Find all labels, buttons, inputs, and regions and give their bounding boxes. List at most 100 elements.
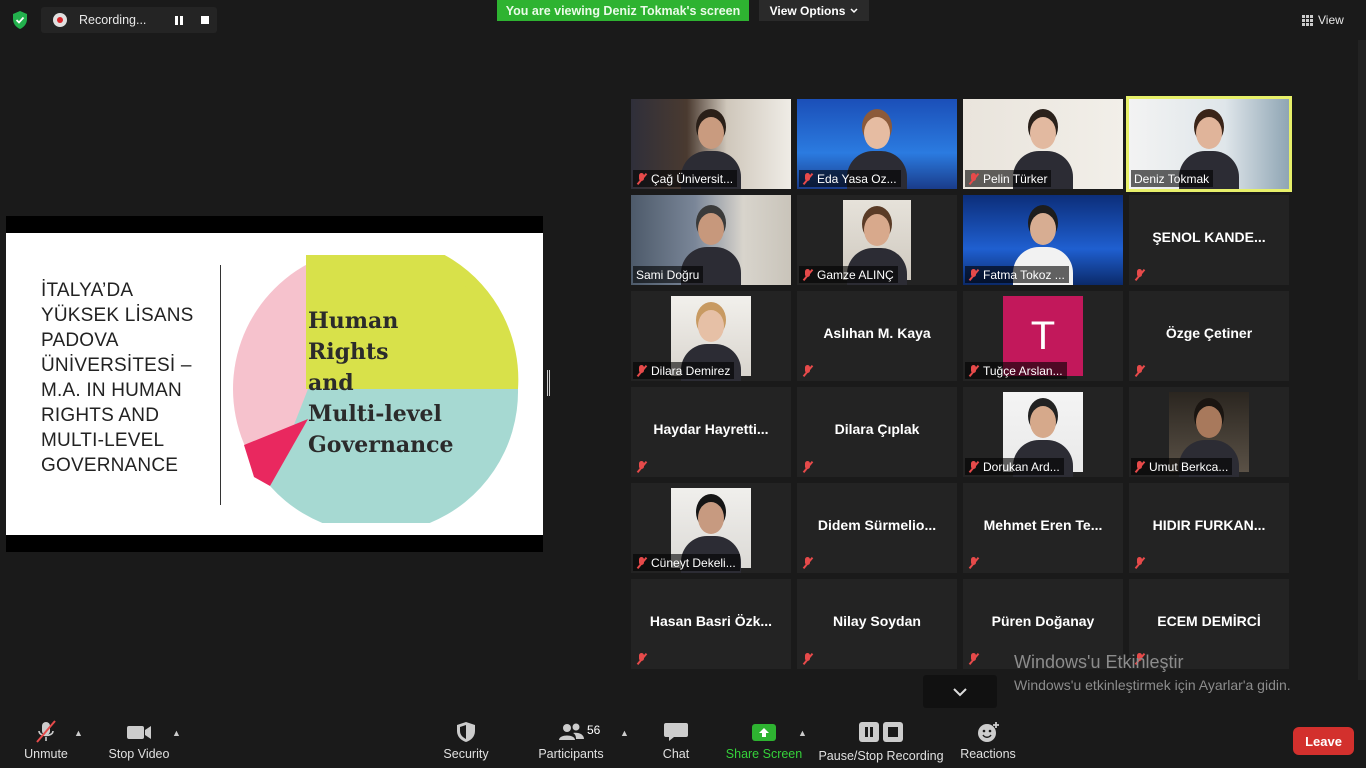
view-options-button[interactable]: View Options: [759, 0, 869, 21]
video-camera-icon: [127, 726, 151, 739]
share-screen-button[interactable]: Share Screen: [726, 708, 802, 768]
share-screen-icon: [752, 724, 776, 741]
muted-mic-icon: [636, 172, 648, 185]
participant-name: Deniz Tokmak: [1134, 171, 1210, 186]
muted-mic-icon: [1134, 268, 1146, 281]
recording-indicator: Recording...: [41, 7, 217, 33]
muted-mic-icon: [1134, 364, 1146, 377]
participant-tile[interactable]: Aslıhan M. Kaya: [797, 291, 957, 381]
view-options-label: View Options: [769, 3, 846, 18]
participant-name-center: Özge Çetiner: [1165, 325, 1253, 341]
participant-tile[interactable]: Haydar Hayretti...: [631, 387, 791, 477]
participant-tile[interactable]: Hasan Basri Özk...: [631, 579, 791, 669]
audio-options-caret-icon[interactable]: ▲: [74, 728, 83, 738]
chat-bubble-icon: [664, 723, 688, 741]
participant-tile[interactable]: Nilay Soydan: [797, 579, 957, 669]
pause-recording-icon[interactable]: [174, 16, 184, 25]
participant-tile[interactable]: Mehmet Eren Te...: [963, 483, 1123, 573]
recording-label: Recording...: [79, 13, 147, 27]
participant-name-center: Püren Doğanay: [991, 613, 1095, 629]
reactions-button[interactable]: Reactions: [960, 708, 1016, 768]
participant-tile[interactable]: Cüneyt Dekeli...: [631, 483, 791, 573]
reactions-label: Reactions: [960, 747, 1016, 761]
leave-button[interactable]: Leave: [1293, 727, 1354, 755]
muted-mic-icon: [802, 556, 814, 569]
share-options-caret-icon[interactable]: ▲: [798, 728, 807, 738]
participant-name: Fatma Tokoz ...: [983, 267, 1065, 282]
participant-tile[interactable]: Gamze ALINÇ: [797, 195, 957, 285]
participant-name-bar: Pelin Türker: [965, 170, 1052, 187]
gallery-scrollbar[interactable]: [1358, 40, 1366, 680]
gallery-next-page-button[interactable]: [923, 675, 997, 708]
unmute-button[interactable]: Unmute: [20, 708, 72, 768]
participant-tile[interactable]: Özge Çetiner: [1129, 291, 1289, 381]
muted-mic-icon: [1134, 556, 1146, 569]
security-shield-icon: [457, 722, 475, 742]
participant-name-bar: [1131, 554, 1150, 571]
viewing-screen-banner: You are viewing Deniz Tokmak's screen: [497, 0, 749, 21]
security-button[interactable]: Security: [440, 708, 492, 768]
slide-divider: [220, 265, 221, 505]
grid-view-icon: [1302, 14, 1313, 26]
muted-mic-icon: [802, 172, 814, 185]
participant-name-bar: [1131, 362, 1150, 379]
participant-name: Tuğçe Arslan...: [983, 363, 1063, 378]
participant-name-bar: [1131, 266, 1150, 283]
participant-tile[interactable]: Dilara Demirez: [631, 291, 791, 381]
participant-name-bar: Dilara Demirez: [633, 362, 735, 379]
chevron-down-icon: [850, 7, 858, 13]
record-icon: [53, 13, 67, 27]
participant-tile[interactable]: Dorukan Ard...: [963, 387, 1123, 477]
participants-count: 56: [587, 723, 601, 737]
chat-button[interactable]: Chat: [660, 708, 692, 768]
participant-name-bar: Gamze ALINÇ: [799, 266, 898, 283]
muted-mic-icon: [968, 268, 980, 281]
participant-tile[interactable]: Çağ Üniversit...: [631, 99, 791, 189]
split-resize-handle[interactable]: [547, 370, 550, 396]
pause-stop-recording-button[interactable]: Pause/Stop Recording: [818, 708, 944, 768]
participant-name-center: Nilay Soydan: [833, 613, 921, 629]
participant-tile[interactable]: Eda Yasa Oz...: [797, 99, 957, 189]
muted-mic-icon: [968, 652, 980, 665]
participant-tile[interactable]: Deniz Tokmak: [1126, 96, 1292, 192]
participant-name: Eda Yasa Oz...: [817, 171, 897, 186]
windows-activation-watermark: Windows'u Etkinleştir Windows'u etkinleş…: [1014, 652, 1291, 693]
muted-mic-icon: [968, 364, 980, 377]
participant-tile[interactable]: Umut Berkca...: [1129, 387, 1289, 477]
participant-name-center: Mehmet Eren Te...: [983, 517, 1103, 533]
presentation-slide: İTALYA’DA YÜKSEK LİSANS PADOVA ÜNİVERSİT…: [6, 233, 543, 535]
stop-video-button[interactable]: Stop Video: [107, 708, 171, 768]
participant-name-bar: [965, 554, 984, 571]
participant-tile[interactable]: ŞENOL KANDE...: [1129, 195, 1289, 285]
participant-tile[interactable]: Dilara Çıplak: [797, 387, 957, 477]
participant-tile[interactable]: T Tuğçe Arslan...: [963, 291, 1123, 381]
participant-name-center: Haydar Hayretti...: [653, 421, 769, 437]
unmute-label: Unmute: [24, 747, 68, 761]
shield-icon[interactable]: [10, 10, 30, 30]
view-label: View: [1318, 13, 1344, 27]
participants-options-caret-icon[interactable]: ▲: [620, 728, 629, 738]
chevron-down-icon: [953, 687, 967, 696]
slide-pie-text: Human Rights and Multi-level Governance: [308, 308, 454, 458]
participant-tile[interactable]: Sami Doğru: [631, 195, 791, 285]
muted-mic-icon: [636, 364, 648, 377]
muted-mic-icon: [636, 460, 648, 473]
muted-mic-icon: [968, 460, 980, 473]
participant-tile[interactable]: Fatma Tokoz ...: [963, 195, 1123, 285]
video-options-caret-icon[interactable]: ▲: [172, 728, 181, 738]
participant-name-bar: Fatma Tokoz ...: [965, 266, 1069, 283]
participant-name-bar: Dorukan Ard...: [965, 458, 1064, 475]
participant-tile[interactable]: HIDIR FURKAN...: [1129, 483, 1289, 573]
participant-name-bar: Cüneyt Dekeli...: [633, 554, 740, 571]
participant-name: Çağ Üniversit...: [651, 171, 734, 186]
stop-recording-icon[interactable]: [201, 16, 209, 24]
view-button[interactable]: View: [1302, 9, 1358, 31]
participant-tile[interactable]: Didem Sürmelio...: [797, 483, 957, 573]
participant-name: Sami Doğru: [636, 267, 700, 282]
security-label: Security: [443, 747, 489, 761]
participant-tile[interactable]: Pelin Türker: [963, 99, 1123, 189]
participants-button[interactable]: Participants: [538, 708, 604, 768]
muted-microphone-icon: [36, 720, 56, 743]
muted-mic-icon: [968, 556, 980, 569]
pause-stop-recording-label: Pause/Stop Recording: [818, 749, 944, 763]
